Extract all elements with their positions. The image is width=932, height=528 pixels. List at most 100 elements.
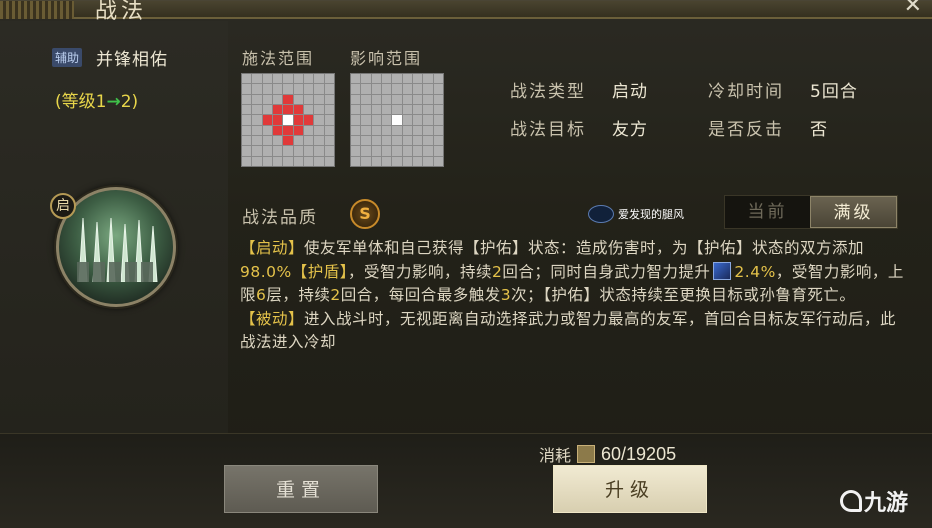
grid-cell	[381, 115, 392, 125]
grid-cell	[423, 125, 433, 135]
grid-cell	[371, 74, 381, 84]
grid-cell	[303, 156, 314, 166]
grid-cell	[423, 74, 433, 84]
grid-cell	[351, 156, 361, 166]
grid-cell	[423, 146, 433, 156]
grid-cell	[433, 115, 443, 125]
grid-cell	[293, 115, 303, 125]
grid-cell	[371, 135, 381, 146]
grid-cell	[371, 156, 381, 166]
grid-cell	[262, 146, 272, 156]
skill-window: 战法 ✕ 辅助 并锋相佑 (等级1→2) 启 施法范围 影响范围 战法类型 启动…	[0, 0, 932, 528]
desc-number: 2	[492, 262, 503, 281]
grid-cell	[324, 84, 334, 94]
skill-type-badge: 辅助	[52, 48, 83, 67]
grid-cell	[283, 74, 293, 84]
grid-cell	[423, 104, 433, 115]
grid-cell	[303, 135, 314, 146]
grid-cell	[361, 94, 371, 104]
grid-cell	[381, 125, 392, 135]
grid-cell	[392, 104, 402, 115]
grid-cell	[293, 135, 303, 146]
grid-cell	[381, 74, 392, 84]
grid-cell	[402, 115, 412, 125]
grid-cell	[433, 135, 443, 146]
grid-cell	[351, 146, 361, 156]
desc-text: 使友军单体和自己获得【护佑】状态：造成伤害时，为【护佑】状态的双方添加	[304, 239, 865, 257]
grid-cell	[303, 104, 314, 115]
grid-cell	[262, 135, 272, 146]
grid-cell	[272, 84, 283, 94]
reset-button[interactable]: 重置	[224, 465, 378, 513]
cooldown-value: 5回合	[810, 82, 858, 102]
grid-cell	[402, 146, 412, 156]
grid-cell	[351, 135, 361, 146]
intellect-icon	[713, 261, 732, 280]
toggle-max-level[interactable]: 满级	[810, 196, 897, 228]
grid-cell	[324, 125, 334, 135]
desc-text: 回合；同时自身武力智力提升	[502, 262, 711, 281]
desc-keyword: 【护盾】	[291, 262, 349, 281]
skill-type-value: 启动	[612, 82, 648, 102]
cast-range-label: 施法范围	[242, 49, 315, 68]
upgrade-button[interactable]: 升级	[553, 465, 707, 513]
grid-cell	[402, 135, 412, 146]
title-ornament	[0, 1, 74, 19]
grid-cell	[303, 115, 314, 125]
grid-cell	[272, 115, 283, 125]
grid-cell	[303, 125, 314, 135]
effect-range-label: 影响范围	[350, 49, 423, 68]
skill-type-label: 战法类型	[510, 82, 586, 102]
grid-cell	[283, 84, 293, 94]
grid-cell	[314, 74, 324, 84]
grid-cell	[314, 135, 324, 146]
grid-cell	[433, 125, 443, 135]
grid-cell	[283, 94, 293, 104]
close-button[interactable]: ✕	[904, 0, 922, 18]
cost-value: 60/19205	[601, 443, 677, 464]
grid-cell	[303, 94, 314, 104]
desc-text: ，受智力影响，持续	[348, 262, 493, 281]
grid-cell	[371, 115, 381, 125]
grid-cell	[324, 146, 334, 156]
grid-cell	[283, 135, 293, 146]
grid-cell	[381, 84, 392, 94]
grid-cell	[324, 115, 334, 125]
toggle-current[interactable]: 当前	[725, 196, 810, 228]
grid-cell	[242, 104, 252, 115]
grid-cell	[361, 74, 371, 84]
grid-cell	[433, 74, 443, 84]
grid-cell	[351, 84, 361, 94]
grid-cell	[433, 94, 443, 104]
quality-badge: S	[350, 199, 380, 229]
grid-cell	[423, 135, 433, 146]
skill-level: (等级1→2)	[55, 87, 138, 112]
grid-cell	[361, 125, 371, 135]
grid-cell	[242, 135, 252, 146]
grid-cell	[433, 156, 443, 166]
brand-logo: 九游	[840, 485, 908, 517]
grid-cell	[381, 94, 392, 104]
grid-cell	[242, 125, 252, 135]
grid-cell	[324, 74, 334, 84]
grid-cell	[262, 94, 272, 104]
level-from: (等级1	[55, 92, 107, 112]
grid-cell	[324, 104, 334, 115]
grid-cell	[293, 104, 303, 115]
grid-cell	[324, 156, 334, 166]
grid-cell	[361, 135, 371, 146]
grid-cell	[423, 156, 433, 166]
grid-cell	[371, 125, 381, 135]
counter-value: 否	[810, 120, 828, 140]
grid-cell	[412, 104, 423, 115]
desc-keyword: 【被动】	[240, 309, 305, 328]
grid-cell	[361, 156, 371, 166]
grid-cell	[262, 74, 272, 84]
grid-cell	[262, 125, 272, 135]
desc-keyword: 【启动】	[240, 239, 305, 257]
desc-number: 3	[500, 286, 512, 304]
grid-cell	[293, 94, 303, 104]
desc-text: 进入战斗时，无视距离自动选择武力或智力最高的友军，首回合目标友军行动后，此战法进…	[240, 309, 897, 352]
grid-cell	[283, 125, 293, 135]
grid-cell	[361, 104, 371, 115]
